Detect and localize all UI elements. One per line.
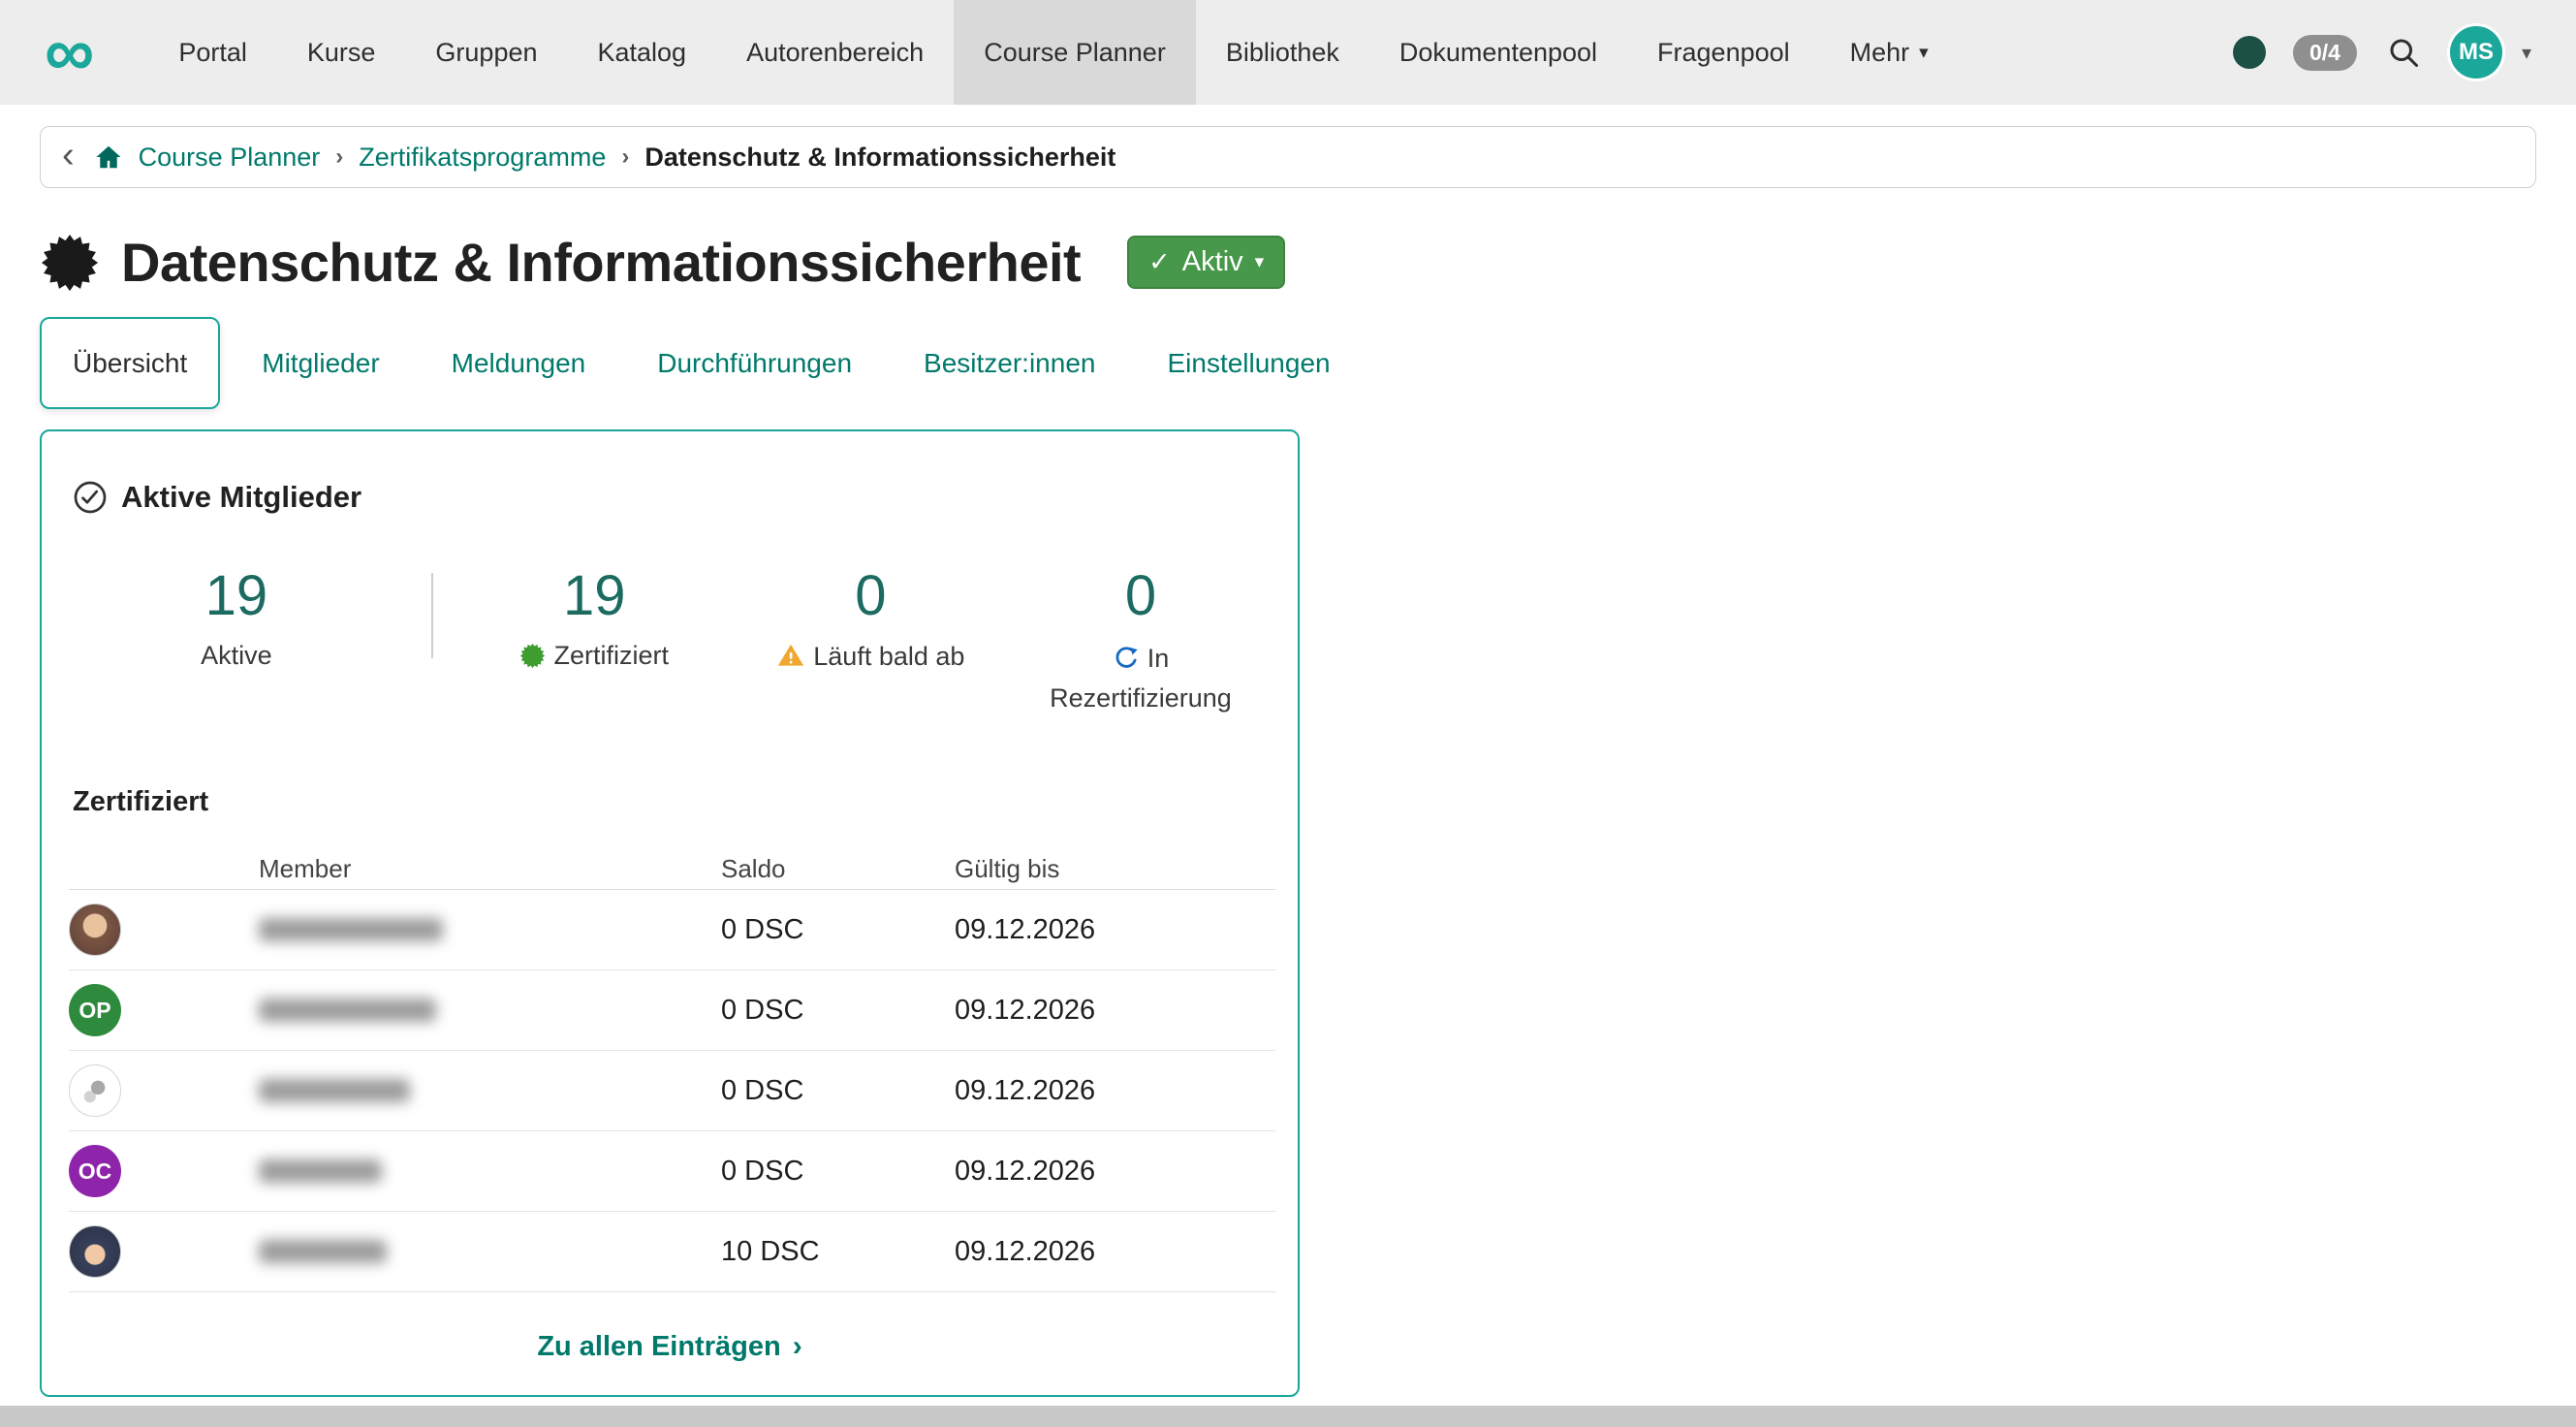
stats-row: 19 Aktive 19 Zertifiziert 0 Läuft bald a…: [42, 565, 1298, 730]
member-name-redacted: [259, 1079, 410, 1102]
table-row[interactable]: 0 DSC 09.12.2026: [69, 1051, 1275, 1131]
nav-item-dokumentenpool[interactable]: Dokumentenpool: [1369, 0, 1627, 105]
table-header-row: Member Saldo Gültig bis: [69, 849, 1275, 890]
nav-item-autorenbereich[interactable]: Autorenbereich: [716, 0, 954, 105]
app-logo-infinity-icon[interactable]: ∞: [45, 17, 94, 87]
saldo-value: 0 DSC: [721, 1156, 955, 1188]
seal-icon: [519, 643, 546, 676]
stat-zertifiziert: 19 Zertifiziert: [431, 565, 758, 730]
saldo-value: 10 DSC: [721, 1236, 955, 1268]
breadcrumb-separator: ›: [621, 143, 629, 171]
main-nav: Portal Kurse Gruppen Katalog Autorenbere…: [148, 0, 1958, 105]
topbar-right: 0/4 MS ▾: [2233, 26, 2531, 79]
stat-in-rezertifizierung-value: 0: [984, 565, 1298, 627]
top-nav: ∞ Portal Kurse Gruppen Katalog Autorenbe…: [0, 0, 2576, 105]
chevron-right-icon: ›: [793, 1330, 802, 1363]
stat-aktive: 19 Aktive: [42, 565, 431, 730]
breadcrumb-link-zertifikatsprogramme[interactable]: Zertifikatsprogramme: [359, 143, 606, 173]
all-entries-link[interactable]: Zu allen Einträgen ›: [42, 1292, 1298, 1401]
tab-bar: Übersicht Mitglieder Meldungen Durchführ…: [40, 317, 2536, 409]
avatar: [69, 1064, 121, 1117]
valid-until-value: 09.12.2026: [955, 914, 1275, 946]
saldo-value: 0 DSC: [721, 914, 955, 946]
nav-item-katalog[interactable]: Katalog: [568, 0, 717, 105]
nav-item-bibliothek[interactable]: Bibliothek: [1196, 0, 1369, 105]
avatar: OP: [69, 984, 121, 1036]
stats-divider: [431, 573, 433, 658]
stat-aktive-label: Aktive: [42, 641, 431, 671]
card-header: Aktive Mitglieder: [42, 431, 1298, 515]
back-chevron-icon[interactable]: ‹: [62, 137, 75, 174]
nav-item-fragenpool[interactable]: Fragenpool: [1627, 0, 1820, 105]
breadcrumb-current: Datenschutz & Informationssicherheit: [644, 143, 1115, 173]
saldo-value: 0 DSC: [721, 1075, 955, 1107]
presence-status-dot: [2233, 36, 2266, 69]
valid-until-value: 09.12.2026: [955, 995, 1275, 1027]
member-name-redacted: [259, 1159, 382, 1183]
warning-icon: [776, 641, 805, 677]
nav-item-course-planner[interactable]: Course Planner: [954, 0, 1196, 105]
status-label: Aktiv: [1182, 246, 1243, 278]
stat-laeuft-bald-ab-value: 0: [758, 565, 984, 627]
tab-einstellungen[interactable]: Einstellungen: [1131, 317, 1366, 409]
stat-zertifiziert-label: Zertifiziert: [431, 641, 758, 676]
refresh-icon: [1113, 645, 1140, 681]
nav-item-mehr[interactable]: Mehr ▾: [1820, 0, 1959, 105]
stat-laeuft-bald-ab-label: Läuft bald ab: [758, 641, 984, 677]
tab-durchfuehrungen[interactable]: Durchführungen: [621, 317, 888, 409]
stat-in-rezertifizierung: 0 In Rezertifizierung: [984, 565, 1298, 730]
breadcrumb-separator: ›: [335, 143, 343, 171]
certificate-seal-icon: [40, 233, 100, 293]
page-title-row: Datenschutz & Informationssicherheit ✓ A…: [40, 231, 2536, 294]
avatar: [69, 1225, 121, 1278]
member-name-redacted: [259, 999, 436, 1022]
stat-aktive-value: 19: [42, 565, 431, 627]
check-icon: ✓: [1148, 249, 1171, 275]
valid-until-value: 09.12.2026: [955, 1075, 1275, 1107]
saldo-value: 0 DSC: [721, 995, 955, 1027]
viewport-bottom-strip: [0, 1406, 2576, 1427]
member-name-redacted: [259, 1240, 387, 1263]
valid-until-value: 09.12.2026: [955, 1236, 1275, 1268]
certified-members-table: Member Saldo Gültig bis 0 DSC 09.12.2026…: [69, 849, 1275, 1292]
card-title: Aktive Mitglieder: [121, 480, 361, 515]
nav-item-gruppen[interactable]: Gruppen: [405, 0, 567, 105]
check-circle-icon: [73, 480, 108, 515]
active-members-card: Aktive Mitglieder 19 Aktive 19 Zertifizi…: [40, 429, 1300, 1397]
member-name-redacted: [259, 918, 443, 941]
tab-meldungen[interactable]: Meldungen: [416, 317, 622, 409]
chevron-down-icon: ▾: [1255, 251, 1265, 273]
table-header-member: Member: [259, 854, 721, 884]
avatar: OC: [69, 1145, 121, 1197]
counter-badge[interactable]: 0/4: [2293, 35, 2357, 71]
nav-item-mehr-label: Mehr: [1850, 38, 1910, 68]
nav-item-portal[interactable]: Portal: [148, 0, 277, 105]
table-row[interactable]: 10 DSC 09.12.2026: [69, 1212, 1275, 1292]
status-dropdown-button[interactable]: ✓ Aktiv ▾: [1127, 236, 1285, 289]
chevron-down-icon: ▾: [1919, 42, 1929, 64]
table-row[interactable]: OP 0 DSC 09.12.2026: [69, 970, 1275, 1051]
table-row[interactable]: OC 0 DSC 09.12.2026: [69, 1131, 1275, 1212]
section-title-zertifiziert: Zertifiziert: [73, 786, 1267, 818]
valid-until-value: 09.12.2026: [955, 1156, 1275, 1188]
table-row[interactable]: 0 DSC 09.12.2026: [69, 890, 1275, 970]
tab-besitzerinnen[interactable]: Besitzer:innen: [888, 317, 1131, 409]
table-header-gueltig-bis: Gültig bis: [955, 854, 1275, 884]
stat-laeuft-bald-ab: 0 Läuft bald ab: [758, 565, 984, 730]
tab-mitglieder[interactable]: Mitglieder: [226, 317, 415, 409]
avatar: [69, 904, 121, 956]
breadcrumb-link-course-planner[interactable]: Course Planner: [139, 143, 321, 173]
all-entries-link-label: Zu allen Einträgen: [537, 1331, 780, 1363]
nav-item-kurse[interactable]: Kurse: [277, 0, 406, 105]
breadcrumb: ‹ Course Planner › Zertifikatsprogramme …: [40, 126, 2536, 188]
avatar[interactable]: MS: [2450, 26, 2502, 79]
tab-uebersicht[interactable]: Übersicht: [40, 317, 220, 409]
stat-in-rezertifizierung-label: In Rezertifizierung: [1036, 641, 1244, 716]
table-header-saldo: Saldo: [721, 854, 955, 884]
search-icon[interactable]: [2384, 33, 2423, 72]
stat-zertifiziert-value: 19: [431, 565, 758, 627]
page-title: Datenschutz & Informationssicherheit: [121, 231, 1081, 294]
user-menu-chevron-down-icon[interactable]: ▾: [2522, 41, 2531, 65]
home-icon[interactable]: [94, 143, 123, 172]
